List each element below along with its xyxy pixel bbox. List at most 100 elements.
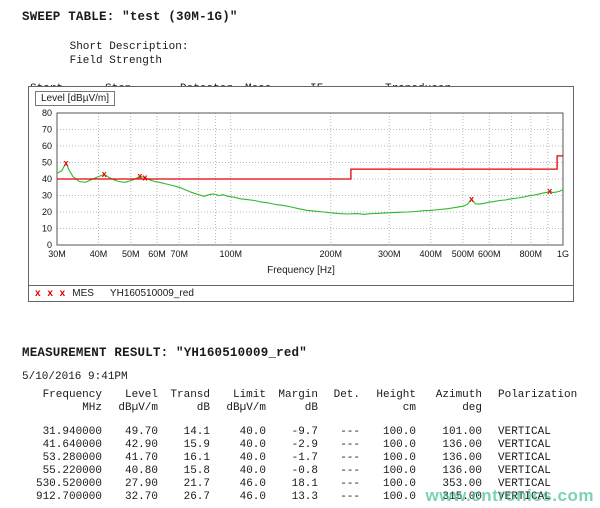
measurement-cell [482, 402, 578, 415]
measurement-cell: 49.70 [102, 426, 158, 439]
measurement-cell: dB [158, 402, 210, 415]
measurement-cell: 100.0 [360, 426, 416, 439]
measurement-cell: 40.0 [210, 439, 266, 452]
measurement-cell: --- [318, 491, 360, 504]
measurement-cell: 27.90 [102, 478, 158, 491]
measurement-result-title: MEASUREMENT RESULT: "YH160510009_red" [22, 346, 588, 360]
peak-marker: x [64, 158, 69, 168]
measurement-cell: --- [318, 478, 360, 491]
x-tick-label: 40M [90, 249, 108, 259]
measurement-cell: 21.7 [158, 478, 210, 491]
measurement-cell: -0.8 [266, 465, 318, 478]
sweep-table-title: SWEEP TABLE: "test (30M-1G)" [22, 10, 582, 24]
measurement-trace [57, 163, 563, 214]
measurement-cell: cm [360, 402, 416, 415]
legend-series-name: MES [72, 288, 94, 299]
measurement-cell: VERTICAL [482, 465, 578, 478]
measurement-cell: 26.7 [158, 491, 210, 504]
measurement-cell: Azimuth [416, 389, 482, 402]
measurement-cell: Height [360, 389, 416, 402]
y-tick-label: 40 [42, 174, 52, 184]
measurement-cell: --- [318, 452, 360, 465]
peak-marker: x [143, 173, 148, 183]
measurement-cell: 46.0 [210, 478, 266, 491]
measurement-cell: Limit [210, 389, 266, 402]
measurement-cell: VERTICAL [482, 426, 578, 439]
measurement-cell: 101.00 [416, 426, 482, 439]
measurement-cell: 100.0 [360, 478, 416, 491]
measurement-cell: 40.0 [210, 426, 266, 439]
x-tick-label: 200M [319, 249, 342, 259]
measurement-row: 53.28000041.7016.140.0-1.7---100.0136.00… [22, 452, 588, 465]
measurement-cell: 13.3 [266, 491, 318, 504]
measurement-cell: 40.0 [210, 465, 266, 478]
x-tick-label: 800M [520, 249, 543, 259]
y-axis-title: Level [dBµV/m] [35, 91, 115, 106]
level-chart-frame: Level [dBµV/m] 0102030405060708030M40M50… [28, 86, 574, 286]
measurement-cell [318, 402, 360, 415]
measurement-row: 41.64000042.9015.940.0-2.9---100.0136.00… [22, 439, 588, 452]
measurement-row: 31.94000049.7014.140.0-9.7---100.0101.00… [22, 426, 588, 439]
measurement-cell: 53.280000 [22, 452, 102, 465]
emc-report-page: SWEEP TABLE: "test (30M-1G)" Short Descr… [0, 0, 600, 508]
measurement-cell: 136.00 [416, 452, 482, 465]
x-tick-label: 60M [148, 249, 166, 259]
chart-legend: x x x MES YH160510009_red [28, 285, 574, 302]
x-tick-label: 600M [478, 249, 501, 259]
measurement-cell: 530.520000 [22, 478, 102, 491]
y-tick-label: 70 [42, 125, 52, 135]
level-chart: 0102030405060708030M40M50M60M70M100M200M… [29, 108, 573, 266]
measurement-cell: 100.0 [360, 465, 416, 478]
y-tick-label: 60 [42, 141, 52, 151]
measurement-cell: VERTICAL [482, 452, 578, 465]
measurement-cell: Level [102, 389, 158, 402]
short-description-value: Field Strength [70, 55, 162, 67]
measurement-cell: 912.700000 [22, 491, 102, 504]
measurement-cell: 15.8 [158, 465, 210, 478]
measurement-cell: Polarization [482, 389, 578, 402]
peak-marker: x [469, 194, 474, 204]
y-tick-label: 80 [42, 108, 52, 118]
x-tick-label: 1G [557, 249, 569, 259]
measurement-cell: 31.940000 [22, 426, 102, 439]
x-tick-label: 400M [420, 249, 443, 259]
measurement-cell: -2.9 [266, 439, 318, 452]
measurement-cell: 100.0 [360, 452, 416, 465]
measurement-cell: --- [318, 465, 360, 478]
measurement-cell: 32.70 [102, 491, 158, 504]
measurement-cell: 14.1 [158, 426, 210, 439]
measurement-cell: 40.0 [210, 452, 266, 465]
measurement-cell: deg [416, 402, 482, 415]
measurement-row: 55.22000040.8015.840.0-0.8---100.0136.00… [22, 465, 588, 478]
measurement-cell: 18.1 [266, 478, 318, 491]
measurement-cell: MHz [22, 402, 102, 415]
measurement-datetime: 5/10/2016 9:41PM [22, 371, 588, 383]
measurement-header-row: FrequencyLevelTransdLimitMarginDet.Heigh… [22, 389, 588, 402]
limit-line [57, 156, 563, 179]
measurement-units-row: MHzdBµV/mdBdBµV/mdB cmdeg [22, 402, 588, 415]
measurement-cell: Margin [266, 389, 318, 402]
x-tick-label: 100M [219, 249, 242, 259]
measurement-cell: --- [318, 439, 360, 452]
measurement-cell: dBµV/m [102, 402, 158, 415]
measurement-cell: Frequency [22, 389, 102, 402]
watermark: www.cntronics.com [426, 486, 594, 506]
measurement-cell: -1.7 [266, 452, 318, 465]
measurement-cell: 41.70 [102, 452, 158, 465]
y-tick-label: 10 [42, 224, 52, 234]
short-description-label: Short Description: [70, 40, 285, 54]
short-description-row: Short Description: Field Strength [22, 26, 582, 82]
x-tick-label: 70M [171, 249, 189, 259]
peak-marker: x [102, 169, 107, 179]
legend-marker-symbols: x x x [35, 288, 67, 299]
measurement-cell: 55.220000 [22, 465, 102, 478]
measurement-cell: 15.9 [158, 439, 210, 452]
measurement-table-header: FrequencyLevelTransdLimitMarginDet.Heigh… [22, 389, 588, 415]
measurement-cell: --- [318, 426, 360, 439]
x-tick-label: 50M [122, 249, 140, 259]
x-axis-title: Frequency [Hz] [29, 265, 573, 276]
measurement-cell: 100.0 [360, 439, 416, 452]
peak-marker: x [547, 186, 552, 196]
measurement-cell: 46.0 [210, 491, 266, 504]
measurement-cell: 100.0 [360, 491, 416, 504]
